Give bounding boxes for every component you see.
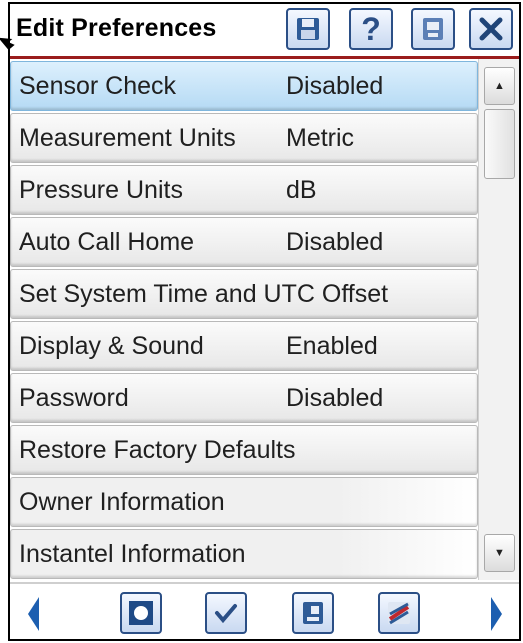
check-icon [215,604,237,624]
mouse-pointer-icon [0,37,15,50]
setting-label: Sensor Check [19,72,177,100]
setting-row-password[interactable]: Password Disabled [10,373,478,423]
setting-value: Disabled [286,384,384,412]
setting-label: Instantel Information [19,540,246,568]
chart-icon [388,602,410,625]
setting-row-measurement-units[interactable]: Measurement Units Metric [10,113,478,163]
vertical-scrollbar[interactable]: ▲ ▼ [478,59,519,580]
left-arrow-icon[interactable] [24,594,44,634]
title-bar: Edit Preferences ? [10,4,519,59]
settings-list: Sensor Check Disabled Measurement Units … [10,59,478,579]
scroll-down-icon: ▼ [494,547,505,559]
setting-row-system-time[interactable]: Set System Time and UTC Offset [10,269,478,319]
help-question-icon: ? [361,11,381,47]
setting-row-auto-call-home[interactable]: Auto Call Home Disabled [10,217,478,267]
window-title: Edit Preferences [16,14,217,42]
setting-value: Metric [286,124,355,152]
setting-row-instantel-information[interactable]: Instantel Information [10,529,478,579]
close-button[interactable] [469,8,513,50]
save-button[interactable] [286,8,330,50]
scrollbar-thumb[interactable] [484,109,515,179]
setting-label: Display & Sound [19,332,204,360]
setting-value: dB [286,176,317,204]
device-button[interactable] [411,8,455,50]
setting-label: Auto Call Home [19,228,195,256]
setting-row-pressure-units[interactable]: Pressure Units dB [10,165,478,215]
contact-card-icon [303,602,323,624]
setting-value: Disabled [286,72,384,100]
record-icon [129,601,153,625]
device-icon [423,18,443,40]
setting-row-sensor-check[interactable]: Sensor Check Disabled [10,61,478,111]
setting-label: Owner Information [19,488,225,516]
edit-preferences-window: Edit Preferences ? Sensor Check Disabled… [8,2,521,641]
setting-row-display-sound[interactable]: Display & Sound Enabled [10,321,478,371]
scroll-down-button[interactable]: ▼ [484,534,515,572]
contact-button[interactable] [292,592,334,634]
setting-label: Measurement Units [19,124,236,152]
help-button[interactable]: ? [349,8,393,50]
setting-value: Enabled [286,332,378,360]
scroll-up-button[interactable]: ▲ [484,67,515,105]
setting-label: Restore Factory Defaults [19,436,296,464]
right-arrow-icon[interactable] [486,594,506,634]
setting-label: Pressure Units [19,176,183,204]
chart-button[interactable] [378,592,420,634]
scroll-up-icon: ▲ [494,80,505,92]
setting-label: Password [19,384,129,412]
close-icon [479,17,503,41]
save-disk-icon [297,18,319,40]
setting-value: Disabled [286,228,384,256]
accept-button[interactable] [205,592,247,634]
setting-row-restore-defaults[interactable]: Restore Factory Defaults [10,425,478,475]
bottom-toolbar [10,582,519,639]
record-button[interactable] [120,592,162,634]
setting-label: Set System Time and UTC Offset [19,280,389,308]
setting-row-owner-information[interactable]: Owner Information [10,477,478,527]
